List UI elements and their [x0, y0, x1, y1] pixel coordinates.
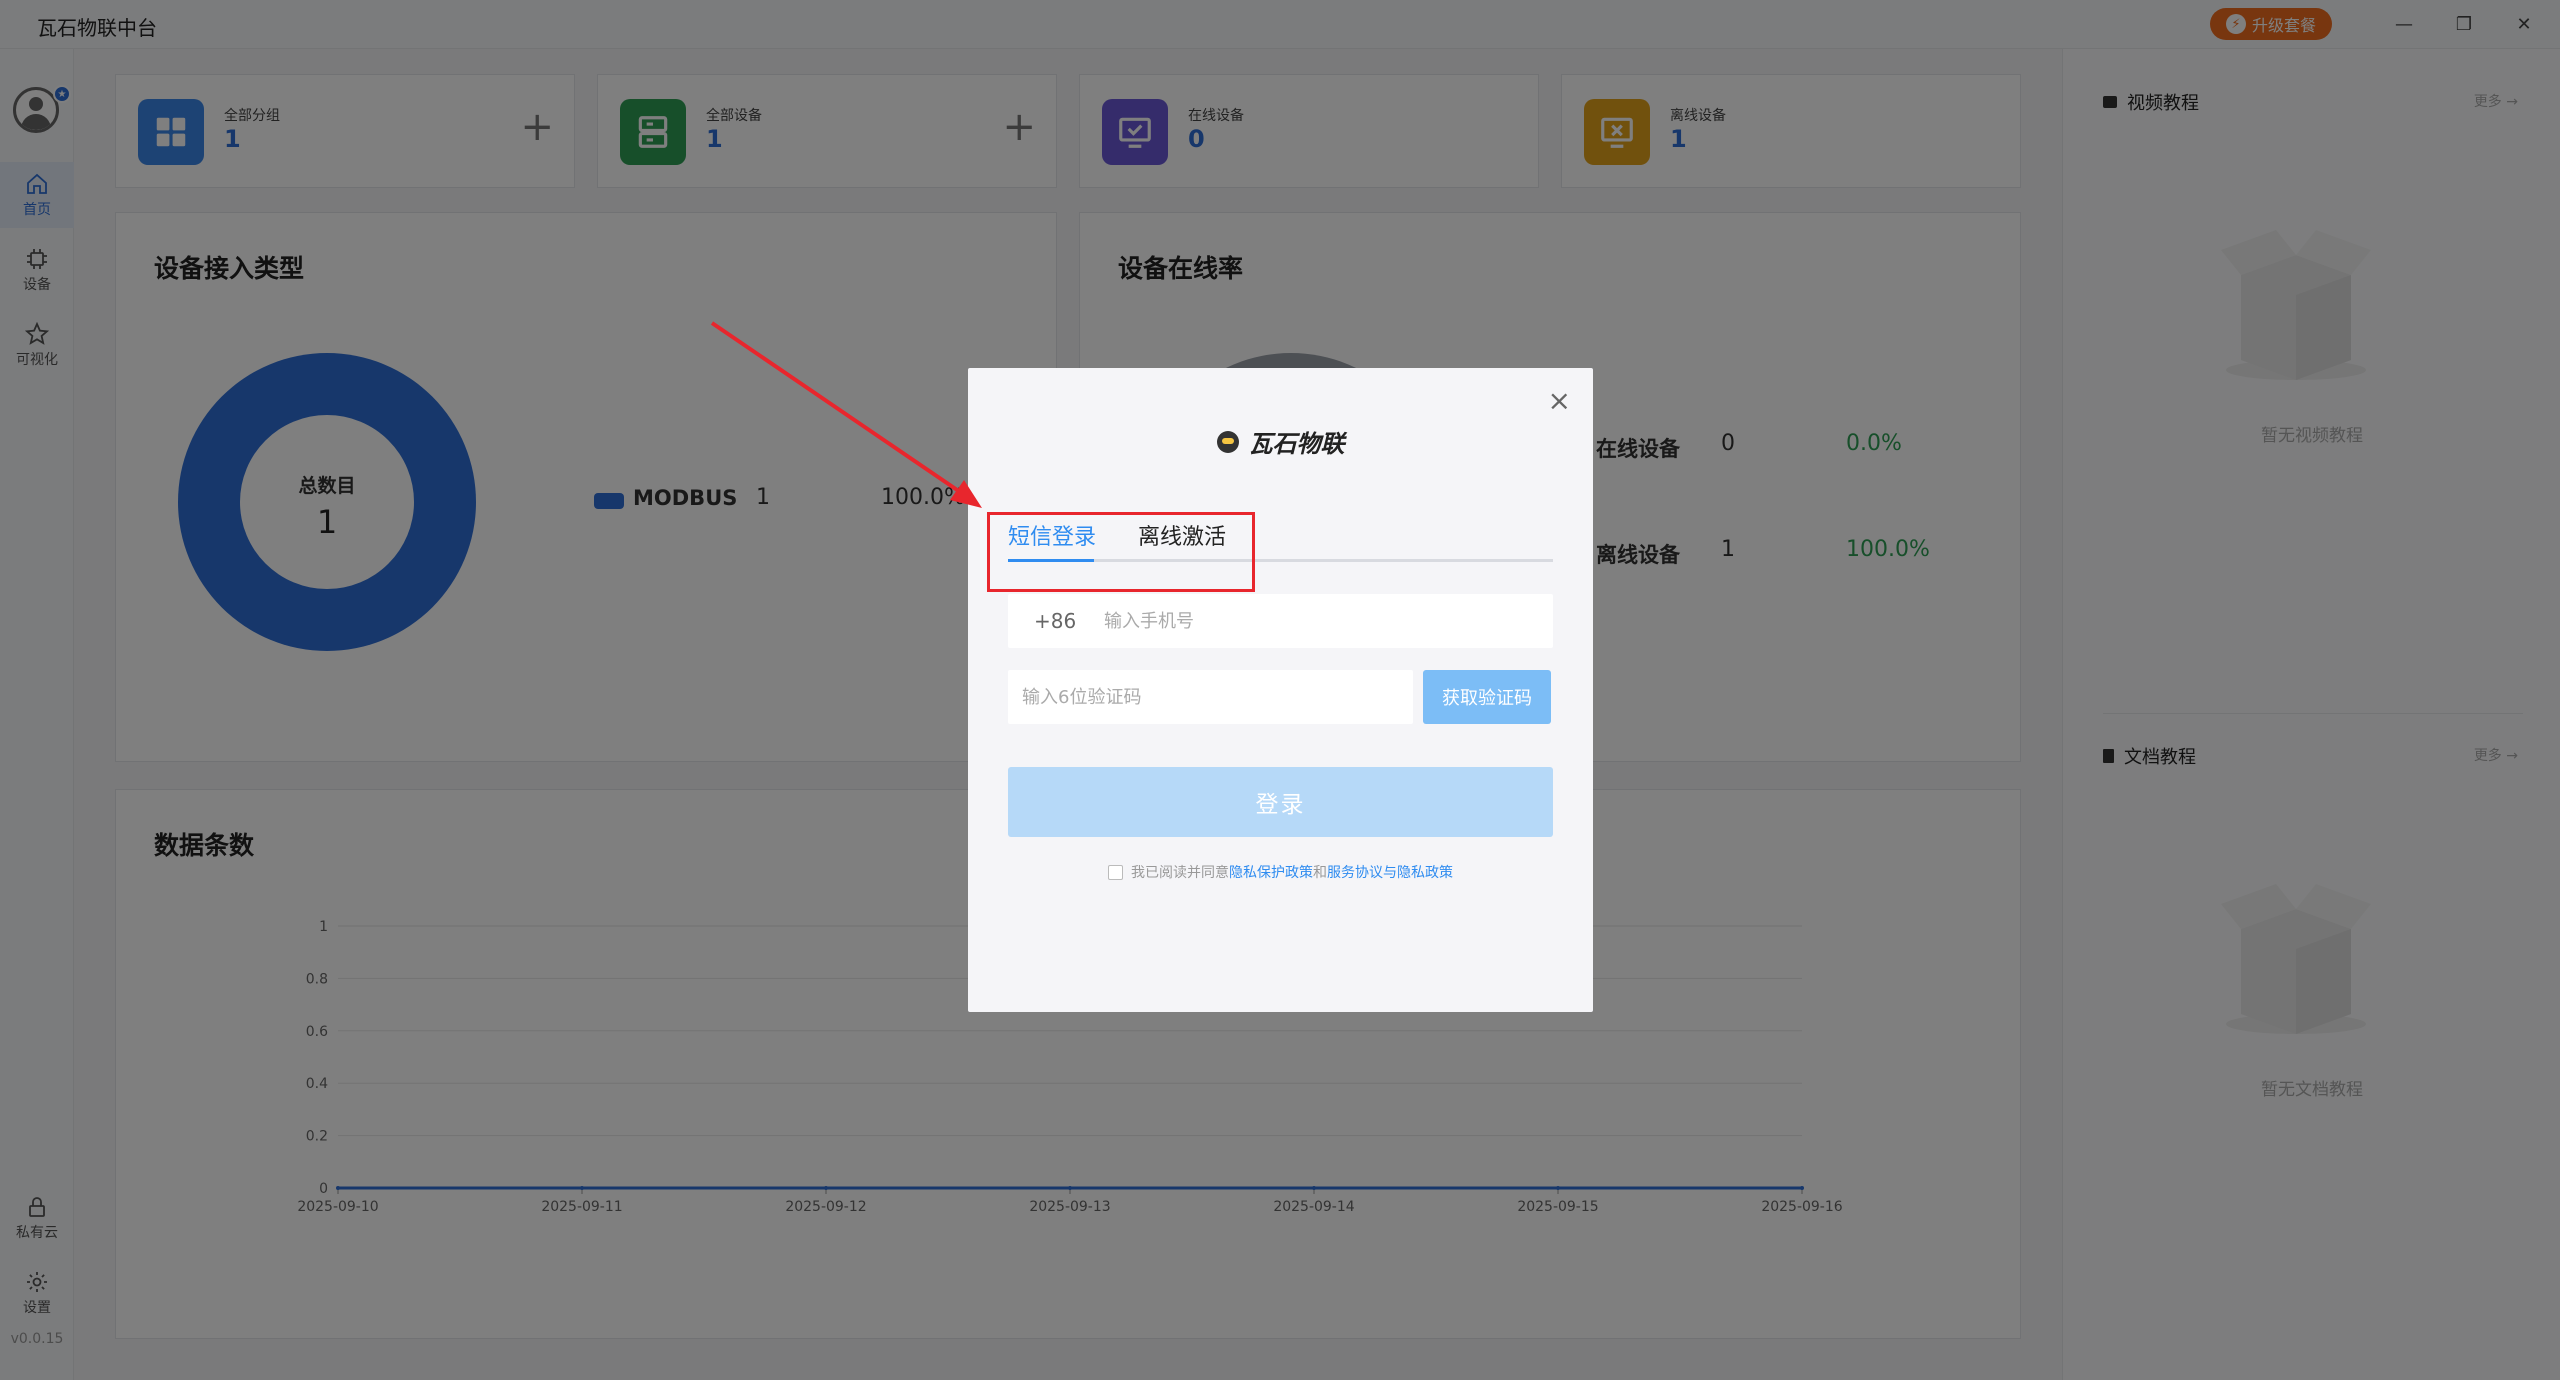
annotation-highlight-box — [987, 512, 1255, 592]
phone-prefix[interactable]: +86 — [1034, 609, 1076, 633]
agreement-row: 我已阅读并同意 隐私保护政策 和 服务协议与隐私政策 — [968, 862, 1593, 882]
service-agreement-link[interactable]: 服务协议与隐私政策 — [1327, 862, 1453, 882]
login-button[interactable]: 登录 — [1008, 767, 1553, 837]
phone-input[interactable] — [1104, 608, 1534, 634]
brand-icon — [1216, 430, 1239, 453]
agreement-mid: 和 — [1313, 865, 1327, 881]
verification-code-input[interactable] — [1022, 684, 1402, 710]
agreement-prefix: 我已阅读并同意 — [1131, 865, 1229, 881]
brand-name: 瓦石物联 — [1248, 430, 1345, 458]
get-code-button[interactable]: 获取验证码 — [1423, 670, 1551, 724]
login-modal: × 瓦石物联 短信登录 离线激活 +86 获取验证码 登录 我已阅读并同意 隐私… — [968, 368, 1593, 1012]
agreement-checkbox[interactable] — [1108, 864, 1123, 880]
code-input-box — [1008, 670, 1413, 724]
phone-input-box: +86 — [1008, 594, 1553, 648]
close-icon[interactable]: × — [1548, 384, 1571, 417]
brand-logo: 瓦石物联 — [968, 424, 1593, 459]
privacy-policy-link[interactable]: 隐私保护政策 — [1229, 862, 1313, 882]
